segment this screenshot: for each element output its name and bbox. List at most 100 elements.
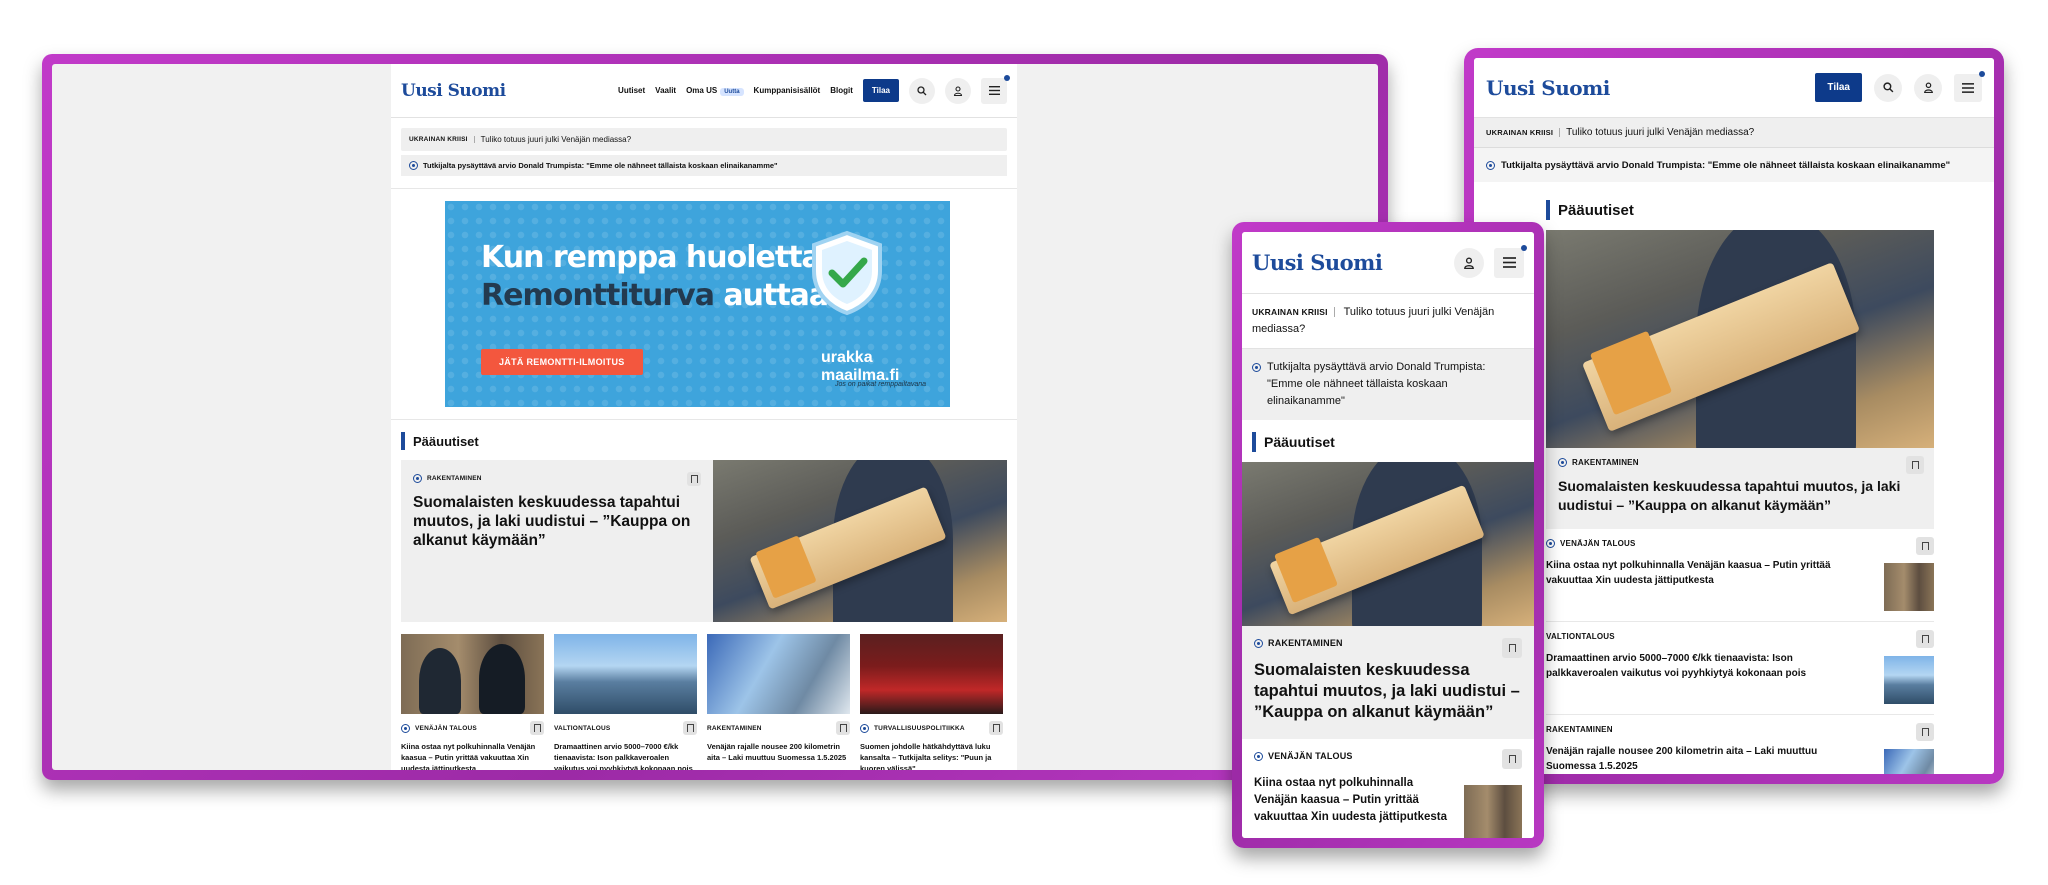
article-title[interactable]: Kiina ostaa nyt polkuhinnalla Venäjän ka…	[401, 741, 544, 770]
article-card[interactable]: VENÄJÄN TALOUS Kiina ostaa nyt polkuhinn…	[1546, 529, 1934, 622]
breaking-ticker[interactable]: UKRAINAN KRIISI Tuliko totuus juuri julk…	[1242, 294, 1534, 349]
advertisement-banner[interactable]: Kun remppa huolettaa, Remonttiturva autt…	[445, 201, 950, 407]
article-card[interactable]: VENÄJÄN TALOUS Kiina ostaa nyt polkuhinn…	[1242, 739, 1534, 838]
bookmark-icon[interactable]	[1916, 723, 1934, 741]
menu-icon	[1962, 82, 1974, 93]
lead-article-text[interactable]: RAKENTAMINEN Suomalaisten keskuudessa ta…	[1242, 626, 1534, 739]
ad-line-2-dark: Remonttiturva	[481, 278, 715, 313]
menu-button[interactable]	[1494, 244, 1527, 278]
menu-button[interactable]	[1954, 70, 1985, 102]
notification-dot	[1004, 74, 1010, 81]
article-title[interactable]: Venäjän rajalle nousee 200 kilometrin ai…	[707, 741, 850, 763]
ad-line-2: Remonttiturva auttaa	[481, 277, 850, 315]
lead-category: RAKENTAMINEN	[413, 474, 701, 483]
bookmark-icon[interactable]	[836, 721, 850, 735]
phone-page: Uusi Suomi UKRAINAN KRIISI Tuliko totuus…	[1242, 232, 1534, 838]
article-category: TURVALLISUUSPOLITIIKKA	[860, 723, 965, 733]
bookmark-icon[interactable]	[1502, 638, 1522, 658]
site-logo[interactable]: Uusi Suomi	[401, 81, 506, 101]
search-icon	[917, 85, 927, 95]
site-header: Uusi Suomi Tilaa	[1474, 58, 1994, 118]
account-button[interactable]	[945, 77, 971, 104]
tablet-viewport: Uusi Suomi Tilaa UKRAINAN KRIISI Tuliko …	[1474, 58, 1994, 774]
bookmark-icon[interactable]	[989, 721, 1003, 735]
search-button[interactable]	[909, 77, 935, 104]
shield-check-icon	[812, 230, 882, 316]
nav-item-blogit[interactable]: Blogit	[830, 86, 853, 95]
lead-image[interactable]	[713, 460, 1007, 622]
section-heading: Pääuutiset	[401, 432, 1007, 450]
ad-headline: Kun remppa huolettaa, Remonttiturva autt…	[481, 239, 851, 315]
article-category-label: VENÄJÄN TALOUS	[1560, 539, 1636, 548]
nav-item-uutiset[interactable]: Uutiset	[618, 86, 645, 95]
section-accent-bar	[1546, 200, 1550, 220]
bookmark-icon[interactable]	[1916, 630, 1934, 648]
menu-button[interactable]	[981, 74, 1010, 104]
article-grid: VENÄJÄN TALOUS Kiina ostaa nyt polkuhinn…	[401, 634, 1007, 770]
article-image	[1464, 785, 1522, 838]
section-title: Pääuutiset	[1558, 201, 1634, 219]
lead-title[interactable]: Suomalaisten keskuudessa tapahtui muutos…	[1558, 477, 1922, 515]
image-figure	[479, 644, 525, 714]
article-meta: TURVALLISUUSPOLITIIKKA	[860, 721, 1003, 735]
article-card[interactable]: RAKENTAMINEN Venäjän rajalle nousee 200 …	[707, 634, 850, 770]
bookmark-icon[interactable]	[530, 721, 544, 735]
menu-icon	[988, 86, 1000, 95]
nav-item-kumppanisisallot[interactable]: Kumppanisisällöt	[754, 86, 821, 95]
lead-image[interactable]	[1242, 462, 1534, 626]
ticker-label: UKRAINAN KRIISI	[1486, 128, 1561, 137]
live-banner[interactable]: Tutkijalta pysäyttävä arvio Donald Trump…	[1242, 349, 1534, 420]
article-title[interactable]: Kiina ostaa nyt polkuhinnalla Venäjän ka…	[1546, 558, 1856, 588]
site-header: Uusi Suomi	[1242, 232, 1534, 294]
site-logo[interactable]: Uusi Suomi	[1486, 76, 1610, 100]
search-button[interactable]	[1874, 73, 1902, 102]
article-meta: VENÄJÄN TALOUS	[401, 721, 544, 735]
subscribe-button[interactable]: Tilaa	[862, 79, 899, 102]
bookmark-icon[interactable]	[687, 472, 701, 486]
ad-line-1: Kun remppa huolettaa,	[481, 240, 851, 275]
user-icon	[1464, 257, 1474, 269]
live-banner[interactable]: Tutkijalta pysäyttävä arvio Donald Trump…	[401, 155, 1007, 176]
lead-article-text[interactable]: RAKENTAMINEN Suomalaisten keskuudessa ta…	[1546, 448, 1934, 529]
site-logo[interactable]: Uusi Suomi	[1252, 250, 1383, 275]
bookmark-icon[interactable]	[1916, 537, 1934, 555]
nav-item-oma-us[interactable]: Oma US Uutta	[686, 86, 744, 96]
category-icon	[1546, 539, 1555, 548]
lead-title[interactable]: Suomalaisten keskuudessa tapahtui muutos…	[1254, 660, 1522, 723]
article-title[interactable]: Dramaattinen arvio 5000–7000 €/kk tienaa…	[554, 741, 697, 770]
phone-device-frame: Uusi Suomi UKRAINAN KRIISI Tuliko totuus…	[1232, 222, 1544, 848]
live-icon	[1486, 160, 1495, 170]
lead-category: RAKENTAMINEN	[1254, 638, 1522, 648]
article-card[interactable]: VALTIONTALOUS Dramaattinen arvio 5000–70…	[1546, 622, 1934, 715]
article-card[interactable]: RAKENTAMINEN Venäjän rajalle nousee 200 …	[1546, 715, 1934, 774]
article-category-label: VENÄJÄN TALOUS	[1268, 751, 1353, 761]
desktop-page: Uusi Suomi Uutiset Vaalit Oma US Uutta Ku…	[391, 64, 1017, 770]
bookmark-icon[interactable]	[1502, 749, 1522, 769]
article-card[interactable]: VALTIONTALOUS Dramaattinen arvio 5000–70…	[554, 634, 697, 770]
article-title[interactable]: Dramaattinen arvio 5000–7000 €/kk tienaa…	[1546, 651, 1856, 681]
account-button[interactable]	[1454, 247, 1484, 278]
breaking-ticker[interactable]: UKRAINAN KRIISI Tuliko totuus juuri julk…	[401, 128, 1007, 151]
article-title[interactable]: Suomen johdolle hätkähdyttävä luku kansa…	[860, 741, 1003, 770]
tablet-page: Uusi Suomi Tilaa UKRAINAN KRIISI Tuliko …	[1474, 58, 1994, 774]
subscribe-button[interactable]: Tilaa	[1815, 73, 1862, 102]
lead-image[interactable]	[1546, 230, 1934, 448]
article-card[interactable]: VENÄJÄN TALOUS Kiina ostaa nyt polkuhinn…	[401, 634, 544, 770]
article-title[interactable]: Venäjän rajalle nousee 200 kilometrin ai…	[1546, 744, 1856, 774]
ad-cta-button[interactable]: JÄTÄ REMONTTI-ILMOITUS	[481, 349, 643, 375]
breaking-ticker[interactable]: UKRAINAN KRIISI Tuliko totuus juuri julk…	[1474, 118, 1994, 148]
nav-item-vaalit[interactable]: Vaalit	[655, 86, 676, 95]
ticker-label: UKRAINAN KRIISI	[1252, 307, 1335, 317]
article-category-label: TURVALLISUUSPOLITIIKKA	[874, 724, 965, 732]
ticker-label: UKRAINAN KRIISI	[409, 136, 475, 143]
live-banner[interactable]: Tutkijalta pysäyttävä arvio Donald Trump…	[1474, 148, 1994, 182]
lead-title[interactable]: Suomalaisten keskuudessa tapahtui muutos…	[413, 493, 701, 550]
lead-article[interactable]: RAKENTAMINEN Suomalaisten keskuudessa ta…	[401, 460, 1007, 622]
section-title: Pääuutiset	[1264, 434, 1335, 450]
account-button[interactable]	[1914, 73, 1942, 102]
section-accent-bar	[401, 432, 405, 450]
bookmark-icon[interactable]	[1906, 456, 1924, 474]
bookmark-icon[interactable]	[683, 721, 697, 735]
article-card[interactable]: TURVALLISUUSPOLITIIKKA Suomen johdolle h…	[860, 634, 1003, 770]
article-title[interactable]: Kiina ostaa nyt polkuhinnalla Venäjän ka…	[1254, 775, 1454, 826]
